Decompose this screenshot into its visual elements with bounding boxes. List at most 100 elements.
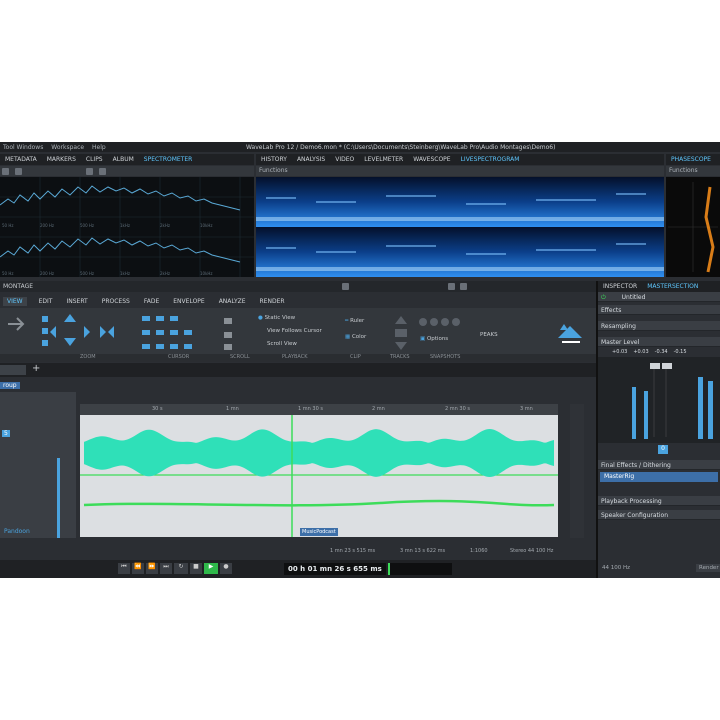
ribbon: ● Static View View Follows Cursor Scroll… [0, 308, 596, 362]
montage-label: MONTAGE [3, 283, 34, 290]
right-scroll-strip[interactable] [570, 404, 584, 538]
menu-workspace[interactable]: Workspace [51, 144, 84, 151]
undo-icon[interactable] [448, 283, 455, 290]
tab-wavescope[interactable]: WAVESCOPE [411, 156, 452, 163]
sample-rate[interactable]: 44 100 Hz [602, 565, 630, 571]
snapshot-icons[interactable] [418, 316, 468, 328]
ruler-tick: 30 s [152, 406, 163, 412]
tab-spectrometer[interactable]: SPECTROMETER [142, 156, 195, 163]
transport-bar: ⏮ ⏪ ⏩ ⏭ ↻ ■ ▶ ● 00 h 01 mn 26 s 655 ms [0, 560, 596, 578]
clip-name-label[interactable]: MusicPodcast [300, 528, 338, 536]
splitter[interactable] [596, 281, 598, 578]
redo-icon[interactable] [460, 283, 467, 290]
cursor-position[interactable]: 1 mn 23 s 515 ms [330, 548, 375, 554]
time-display[interactable]: 00 h 01 mn 26 s 655 ms [284, 563, 386, 575]
tab-metadata[interactable]: METADATA [3, 156, 39, 163]
master-level-meters[interactable] [598, 357, 720, 443]
rewind-start-icon[interactable]: ⏮ [118, 563, 130, 574]
tab-markers[interactable]: MARKERS [45, 156, 78, 163]
playback-processing-header[interactable]: Playback Processing [598, 496, 720, 506]
home-icon[interactable] [342, 283, 349, 290]
tab-view[interactable]: VIEW [3, 296, 27, 306]
tab-inspector[interactable]: INSPECTOR [601, 283, 639, 290]
timeline-ruler[interactable]: 30 s 1 mn 1 mn 30 s 2 mn 2 mn 30 s 3 mn [80, 404, 558, 415]
ribbon-tabs: VIEW EDIT INSERT PROCESS FADE ENVELOPE A… [0, 295, 596, 307]
ruler-tick: 2 mn 30 s [445, 406, 470, 412]
mid-panel-tabs: HISTORY ANALYSIS VIDEO LEVELMETER WAVESC… [256, 154, 664, 165]
menu-help[interactable]: Help [92, 144, 106, 151]
forward-arrow-icon[interactable] [6, 314, 28, 334]
resampling-header[interactable]: Resampling [598, 321, 720, 331]
svg-text:1kHz: 1kHz [120, 223, 130, 228]
scroll-view-option[interactable]: Scroll View [258, 338, 322, 351]
phasescope-toolbar: Functions [666, 166, 720, 176]
montage-tab-active[interactable] [0, 365, 26, 375]
functions-menu[interactable]: Functions [259, 167, 288, 174]
tab-mastersection[interactable]: MASTERSECTION [645, 283, 700, 290]
cursor-tools-icon[interactable] [140, 312, 210, 352]
level-value-box[interactable]: 0 [658, 445, 668, 454]
preset-name[interactable]: Untitled [608, 294, 646, 301]
ruler-tick: 1 mn 30 s [298, 406, 323, 412]
audio-format[interactable]: Stereo 44 100 Hz [510, 548, 553, 554]
play-icon[interactable] [14, 168, 22, 175]
view-follows-cursor-option[interactable]: View Follows Cursor [258, 325, 322, 338]
options-button[interactable]: ▣ Options [420, 336, 448, 342]
final-effects-header[interactable]: Final Effects / Dithering [598, 460, 720, 470]
tab-insert[interactable]: INSERT [64, 298, 89, 305]
camera-icon[interactable] [85, 168, 93, 175]
ruler-button[interactable]: ━ Ruler [345, 318, 364, 324]
tab-process[interactable]: PROCESS [100, 298, 132, 305]
record-icon[interactable]: ● [220, 563, 232, 574]
phasescope-functions-menu[interactable]: Functions [669, 167, 698, 174]
master-level-header[interactable]: Master Level [598, 337, 720, 347]
static-view-option[interactable]: ● Static View [258, 312, 322, 325]
track-number: 5 [2, 430, 10, 437]
track-name-label[interactable]: Pandoon [4, 528, 30, 535]
audio-clip-waveform[interactable] [80, 415, 558, 537]
tab-analyze[interactable]: ANALYZE [217, 298, 248, 305]
selection-length[interactable]: 3 mn 13 s 622 ms [400, 548, 445, 554]
tab-album[interactable]: ALBUM [111, 156, 136, 163]
tab-render[interactable]: RENDER [258, 298, 287, 305]
gear-icon[interactable] [2, 168, 9, 175]
cloud-sync-icon[interactable] [556, 322, 584, 344]
add-tab-button[interactable]: + [32, 363, 40, 374]
tab-livespectrogram[interactable]: LIVESPECTROGRAM [459, 156, 522, 163]
svg-text:200 Hz: 200 Hz [40, 271, 54, 276]
play-button[interactable]: ▶ [204, 563, 218, 574]
peaks-button[interactable]: PEAKS [480, 332, 498, 338]
svg-text:50 Hz: 50 Hz [2, 223, 13, 228]
menu-tool-windows[interactable]: Tool Windows [3, 144, 43, 151]
freeze-icon[interactable] [98, 168, 106, 175]
stop-icon[interactable]: ■ [190, 563, 202, 574]
ruler-tick: 3 mn [520, 406, 533, 412]
tracks-tools-icon[interactable] [390, 314, 412, 352]
tab-video[interactable]: VIDEO [333, 156, 356, 163]
tab-analysis[interactable]: ANALYSIS [295, 156, 327, 163]
effects-header[interactable]: Effects [598, 305, 720, 315]
end-icon[interactable]: ⏭ [160, 563, 172, 574]
speaker-config-header[interactable]: Speaker Configuration [598, 510, 720, 520]
next-icon[interactable]: ⏩ [146, 563, 158, 574]
masterrig-slot[interactable]: MasterRig [600, 472, 718, 482]
tab-history[interactable]: HISTORY [259, 156, 289, 163]
prev-icon[interactable]: ⏪ [132, 563, 144, 574]
track-level-bar [57, 458, 60, 538]
left-panel-tabs: METADATA MARKERS CLIPS ALBUM SPECTROMETE… [0, 154, 254, 165]
scroll-tools-icon[interactable] [222, 312, 246, 352]
ruler-tick: 2 mn [372, 406, 385, 412]
zoom-tools-icon[interactable] [40, 312, 120, 352]
tab-envelope[interactable]: ENVELOPE [171, 298, 206, 305]
zoom-factor[interactable]: 1:1060 [470, 548, 488, 554]
tab-clips[interactable]: CLIPS [84, 156, 105, 163]
tab-edit[interactable]: EDIT [37, 298, 55, 305]
render-button[interactable]: Render [696, 564, 720, 572]
loop-icon[interactable]: ↻ [174, 563, 188, 574]
spectrometer-graph: 50 Hz 200 Hz 500 Hz 1kHz 2kHz 10kHz 50 Hz 200… [0, 177, 254, 277]
tab-fade[interactable]: FADE [142, 298, 161, 305]
track-group-name[interactable]: roup [0, 382, 20, 389]
tab-levelmeter[interactable]: LEVELMETER [362, 156, 405, 163]
tab-phasescope[interactable]: PHASESCOPE [669, 156, 713, 163]
color-button[interactable]: ▦ Color [345, 334, 366, 340]
